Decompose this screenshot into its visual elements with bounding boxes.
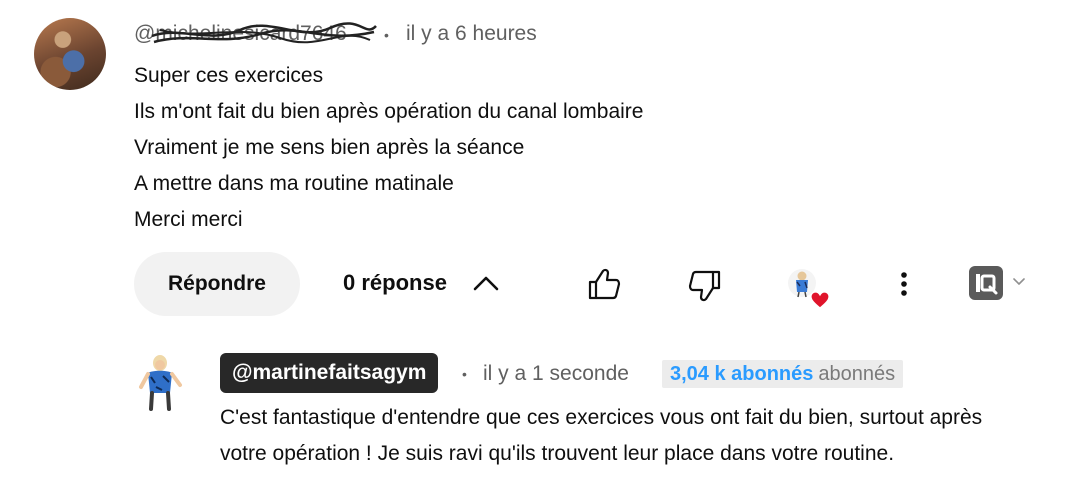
redaction-scribble bbox=[151, 22, 377, 44]
subscriber-badge: 3,04 k abonnés abonnés bbox=[662, 360, 904, 388]
comment-line: A mettre dans ma routine matinale bbox=[134, 172, 454, 195]
comment-line: Vraiment je me sens bien après la séance bbox=[134, 136, 525, 159]
commenter-handle[interactable]: @michelinesicard7646 bbox=[134, 22, 377, 46]
reply-line: votre opération ! Je suis ravi qu'ils tr… bbox=[220, 442, 895, 465]
chevron-down-icon[interactable] bbox=[1012, 277, 1026, 287]
comment-line: Ils m'ont fait du bien après opération d… bbox=[134, 100, 644, 123]
comment-line: Super ces exercices bbox=[134, 64, 324, 87]
commenter-avatar[interactable] bbox=[34, 18, 106, 90]
separator-dot: • bbox=[462, 366, 467, 382]
thumbs-down-icon[interactable] bbox=[687, 268, 723, 304]
heart-icon bbox=[810, 291, 830, 309]
subscriber-label: abonnés bbox=[818, 362, 896, 385]
subscriber-count: 3,04 k abonnés bbox=[670, 362, 814, 385]
extension-icon[interactable] bbox=[968, 265, 1004, 301]
replier-avatar[interactable] bbox=[136, 353, 184, 413]
chevron-up-icon[interactable] bbox=[472, 272, 500, 294]
reply-count[interactable]: 0 réponse bbox=[343, 270, 447, 296]
thumbs-up-icon[interactable] bbox=[586, 266, 622, 302]
comment-line: Merci merci bbox=[134, 208, 243, 231]
reply-button[interactable]: Répondre bbox=[134, 252, 300, 316]
replier-handle-badge[interactable]: @martinefaitsagym bbox=[220, 353, 439, 393]
reply-time: il y a 1 seconde bbox=[483, 362, 629, 385]
reply-line: C'est fantastique d'entendre que ces exe… bbox=[220, 406, 983, 429]
separator-dot: • bbox=[384, 27, 389, 43]
comment-time: il y a 6 heures bbox=[406, 22, 537, 45]
more-vert-icon[interactable] bbox=[894, 268, 914, 300]
